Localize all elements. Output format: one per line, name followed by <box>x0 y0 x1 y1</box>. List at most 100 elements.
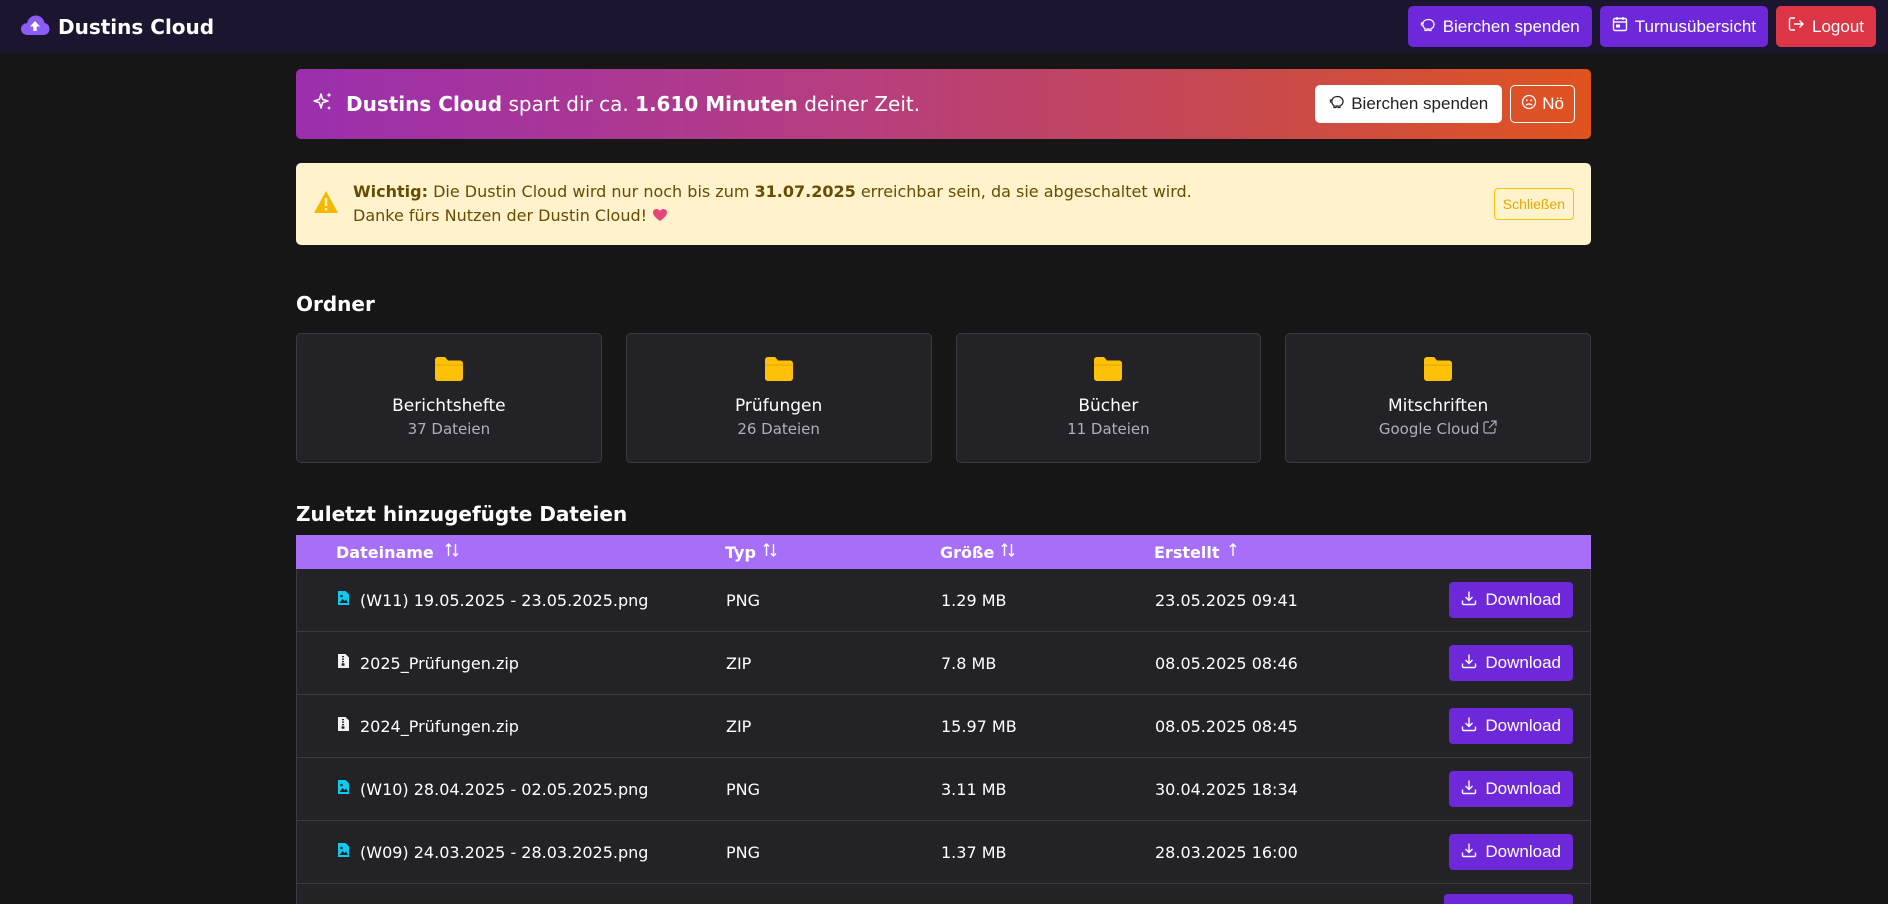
folder-card-mitschriften[interactable]: Mitschriften Google Cloud <box>1285 333 1591 463</box>
table-row: 2025_Prüfungen.zip ZIP 7.8 MB 08.05.2025… <box>296 632 1591 695</box>
piggy-bank-icon <box>1329 94 1345 114</box>
file-type: ZIP <box>726 716 752 736</box>
promo-minutes: 1.610 Minuten <box>635 92 798 116</box>
table-row: (W09) 24.03.2025 - 28.03.2025.png PNG 1.… <box>296 821 1591 884</box>
file-type: PNG <box>726 842 761 862</box>
file-size: 3.11 MB <box>941 779 1007 799</box>
cloud-upload-icon <box>20 14 50 40</box>
file-name-cell: (W09) 24.03.2025 - 28.03.2025.png <box>297 842 726 862</box>
sort-by-created-header[interactable]: Erstellt <box>1154 542 1404 562</box>
heart-icon <box>652 206 668 225</box>
download-label: Download <box>1485 842 1561 861</box>
header-label: Typ <box>725 542 756 562</box>
file-name-cell: (W10) 28.04.2025 - 02.05.2025.png <box>297 779 726 799</box>
zip-file-icon <box>337 653 350 673</box>
table-row-partial <box>296 884 1591 904</box>
warning-date: 31.07.2025 <box>754 182 856 201</box>
external-link-icon <box>1483 420 1497 438</box>
table-row: (W11) 19.05.2025 - 23.05.2025.png PNG 1.… <box>296 569 1591 632</box>
logout-icon <box>1788 16 1805 37</box>
promo-no-button[interactable]: Nö <box>1510 85 1575 123</box>
folder-name: Mitschriften <box>1387 396 1489 416</box>
actions-cell: Download <box>1405 582 1590 618</box>
image-file-icon <box>337 779 350 799</box>
folders-grid: Berichtshefte 37 Dateien Prüfungen 26 Da… <box>296 333 1591 463</box>
download-icon <box>1461 590 1477 611</box>
file-created: 08.05.2025 08:45 <box>1155 716 1298 736</box>
frown-face-icon <box>1521 94 1537 115</box>
sort-arrows-icon <box>1000 542 1016 562</box>
sparkles-icon <box>312 91 334 117</box>
sort-by-type-header[interactable]: Typ <box>725 542 940 562</box>
sort-ascending-icon <box>1225 542 1241 562</box>
folder-card-berichtshefte[interactable]: Berichtshefte 37 Dateien <box>296 333 602 463</box>
download-button[interactable]: Download <box>1449 708 1573 744</box>
actions-cell: Download <box>1405 708 1590 744</box>
donate-beer-button[interactable]: Bierchen spenden <box>1407 6 1592 47</box>
download-button[interactable] <box>1444 894 1573 904</box>
download-label: Download <box>1485 779 1561 798</box>
recent-files-heading: Zuletzt hinzugefügte Dateien <box>296 502 628 526</box>
file-size: 15.97 MB <box>941 716 1017 736</box>
warning-thanks: Danke fürs Nutzen der Dustin Cloud! <box>353 206 648 225</box>
folder-file-count: 37 Dateien <box>408 420 491 438</box>
actions-cell <box>1405 884 1590 904</box>
actions-cell: Download <box>1405 645 1590 681</box>
sort-by-size-header[interactable]: Größe <box>940 542 1154 562</box>
logout-label: Logout <box>1812 16 1864 36</box>
header-label: Erstellt <box>1154 542 1220 562</box>
folder-icon <box>764 356 794 386</box>
file-name-cell: 2024_Prüfungen.zip <box>297 716 726 736</box>
folder-card-buecher[interactable]: Bücher 11 Dateien <box>955 333 1262 463</box>
download-icon <box>1461 842 1477 863</box>
file-type: PNG <box>726 779 761 799</box>
folder-name: Berichtshefte <box>392 396 506 416</box>
promo-donate-label: Bierchen spenden <box>1351 94 1489 113</box>
logout-button[interactable]: Logout <box>1776 6 1876 47</box>
folder-card-pruefungen[interactable]: Prüfungen 26 Dateien <box>625 333 932 463</box>
folder-count-text: 11 Dateien <box>1067 420 1150 438</box>
file-name-cell: 2025_Prüfungen.zip <box>297 653 726 673</box>
download-button[interactable]: Download <box>1449 645 1573 681</box>
piggy-bank-icon <box>1420 17 1436 37</box>
actions-cell: Download <box>1405 834 1590 870</box>
header-label: Größe <box>940 542 995 562</box>
recent-files-table: Dateiname Typ Größe Erstellt (W11) 19.05… <box>296 535 1591 904</box>
sort-by-name-header[interactable]: Dateiname <box>296 542 725 562</box>
folder-name: Bücher <box>1078 396 1139 416</box>
download-button[interactable]: Download <box>1449 582 1573 618</box>
actions-cell: Download <box>1405 771 1590 807</box>
promo-donate-button[interactable]: Bierchen spenden <box>1315 85 1503 123</box>
download-icon <box>1461 779 1477 800</box>
time-saved-text: Dustins Cloud spart dir ca. 1.610 Minute… <box>346 92 1315 116</box>
file-type: ZIP <box>726 653 752 673</box>
folder-icon <box>1093 356 1123 386</box>
download-label: Download <box>1485 716 1561 735</box>
promo-text-end: deiner Zeit. <box>797 92 921 116</box>
file-created: 28.03.2025 16:00 <box>1155 842 1298 862</box>
nav-actions: Bierchen spenden Turnusübersicht Logout <box>1407 6 1876 47</box>
file-size: 7.8 MB <box>941 653 997 673</box>
turnus-overview-label: Turnusübersicht <box>1634 16 1756 36</box>
brand[interactable]: Dustins Cloud <box>20 14 214 40</box>
image-file-icon <box>337 842 350 862</box>
file-name: 2024_Prüfungen.zip <box>360 716 519 736</box>
warning-text: Wichtig: Die Dustin Cloud wird nur noch … <box>353 180 1494 228</box>
close-alert-button[interactable]: Schließen <box>1493 188 1574 220</box>
download-button[interactable]: Download <box>1449 834 1573 870</box>
folder-count-text: 26 Dateien <box>737 420 820 438</box>
file-type: PNG <box>726 590 761 610</box>
promo-no-label: Nö <box>1542 94 1564 113</box>
file-size: 1.37 MB <box>941 842 1007 862</box>
folders-heading: Ordner <box>296 292 375 316</box>
table-row: 2024_Prüfungen.zip ZIP 15.97 MB 08.05.20… <box>296 695 1591 758</box>
calendar-icon <box>1612 16 1628 37</box>
header-label: Dateiname <box>336 542 434 562</box>
download-button[interactable]: Download <box>1449 771 1573 807</box>
download-icon <box>1461 716 1477 737</box>
file-name-cell: (W11) 19.05.2025 - 23.05.2025.png <box>297 590 726 610</box>
folder-file-count: 11 Dateien <box>1067 420 1150 438</box>
folder-icon <box>434 356 464 386</box>
folder-file-count: 26 Dateien <box>737 420 820 438</box>
turnus-overview-button[interactable]: Turnusübersicht <box>1599 6 1768 47</box>
